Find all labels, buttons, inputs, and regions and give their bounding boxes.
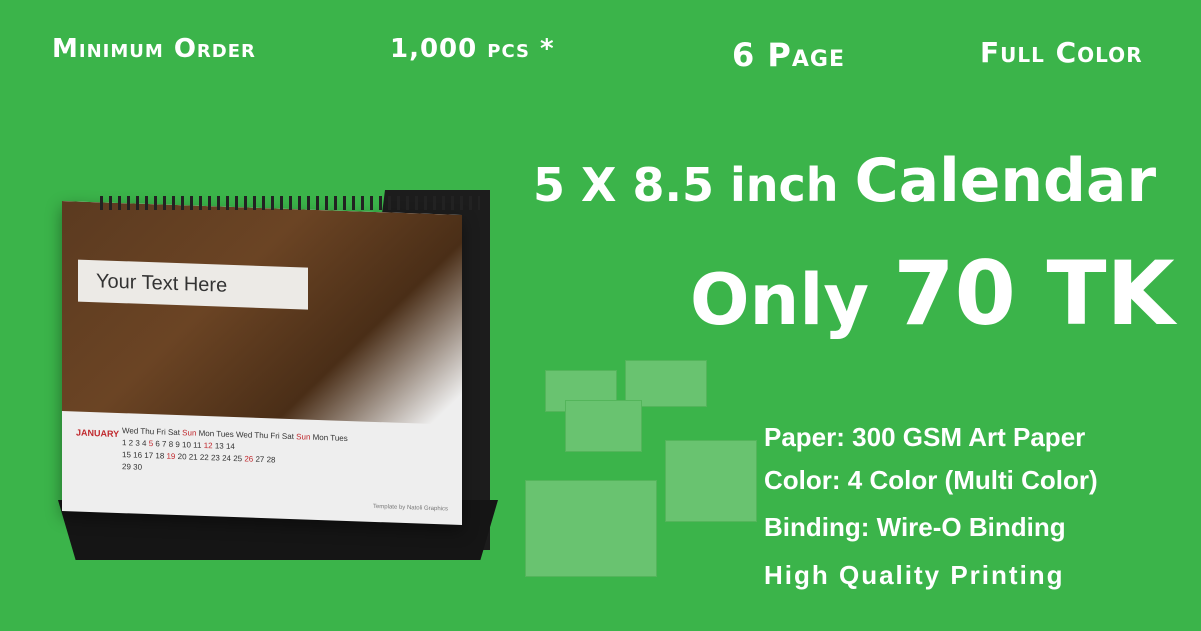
size-word: Calendar [854, 146, 1157, 216]
mini-calendars-group [525, 360, 757, 580]
price-heading: Only 70 TK [690, 242, 1175, 345]
quantity-label: 1,000 pcs * [390, 34, 555, 64]
mini-calendar [565, 400, 642, 452]
full-color-label: Full Color [980, 36, 1143, 69]
price-value: 70 TK [893, 242, 1175, 345]
size-heading: 5 X 8.5 inch Calendar [533, 146, 1156, 216]
minimum-order-label: Minimum Order [52, 34, 256, 64]
mini-calendar [525, 480, 657, 577]
wire-binding [100, 196, 480, 210]
month-label: JANUARY [76, 427, 120, 440]
brush-artwork [62, 201, 462, 425]
spec-paper: Paper: 300 GSM Art Paper [764, 422, 1086, 452]
calendar-front-page: Your Text Here JANUARY Wed Thu Fri Sat S… [62, 201, 462, 525]
desk-calendar-mockup: Your Text Here JANUARY Wed Thu Fri Sat S… [40, 170, 500, 600]
date-grid: Wed Thu Fri Sat Sun Mon Tues Wed Thu Fri… [122, 426, 348, 472]
pages-label: 6 Page [732, 36, 845, 74]
mini-calendar [665, 440, 757, 522]
spec-color: Color: 4 Color (Multi Color) [764, 465, 1098, 495]
size-prefix: 5 X 8.5 inch [533, 158, 839, 212]
text-placeholder-box: Your Text Here [78, 259, 308, 310]
spec-quality: High Quality Printing [764, 560, 1065, 590]
spec-binding: Binding: Wire-O Binding [764, 512, 1066, 542]
template-credit: Template by Natoli Graphics [372, 503, 448, 513]
price-prefix: Only [690, 259, 869, 341]
